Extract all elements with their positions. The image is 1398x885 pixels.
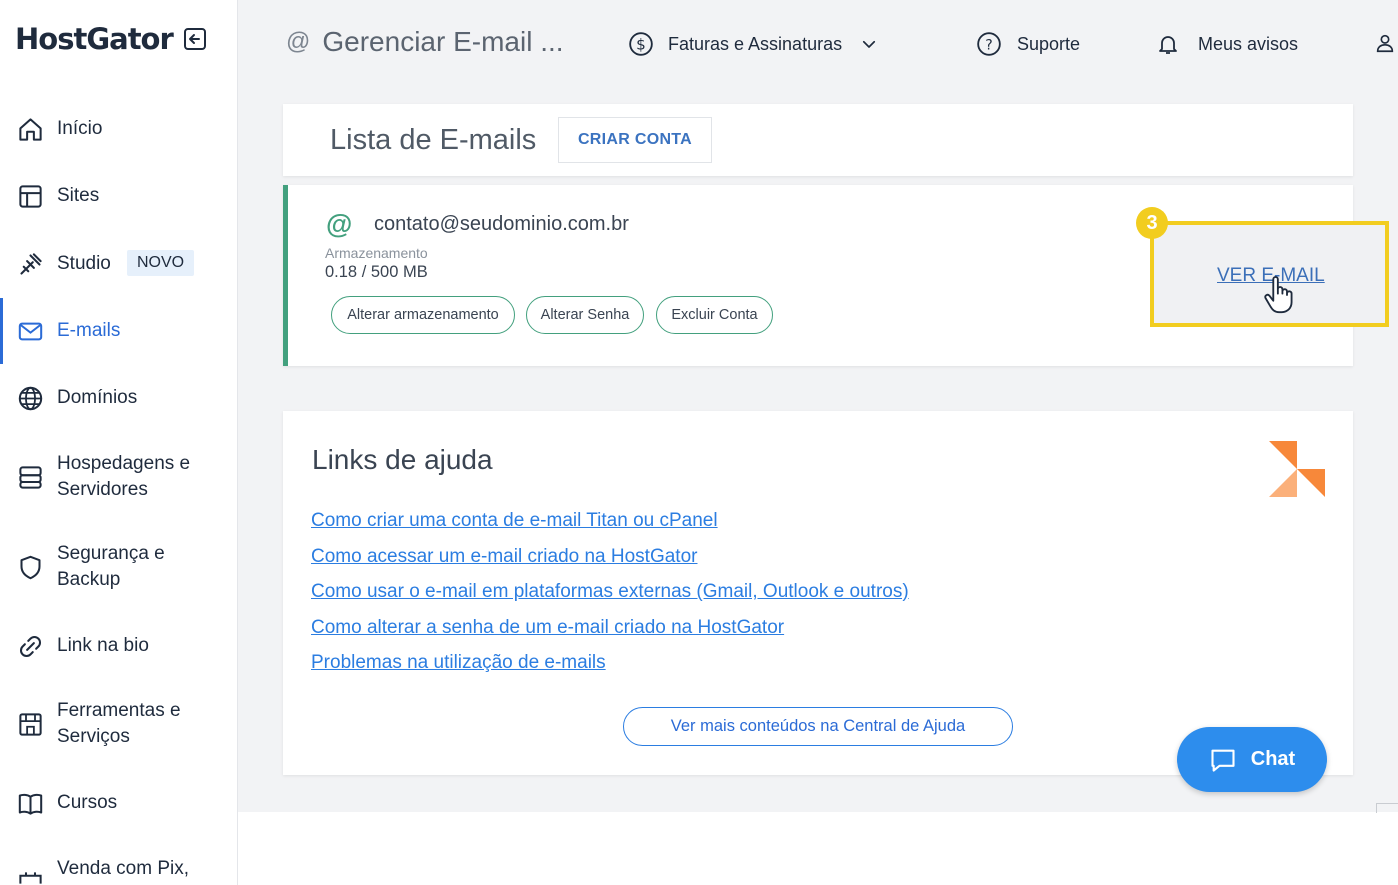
help-link-1[interactable]: Como criar uma conta de e-mail Titan ou …	[311, 510, 718, 532]
sidebar-item-label: Segurança e	[57, 543, 165, 564]
email-list-header: Lista de E-mails CRIAR CONTA	[283, 104, 1353, 176]
chat-label: Chat	[1250, 748, 1296, 770]
notices-label: Meus avisos	[1198, 33, 1299, 54]
storage-label: Armazenamento	[325, 245, 428, 261]
chat-button[interactable]: Chat	[1177, 727, 1327, 792]
storage-value: 0.18 / 500 MB	[325, 263, 428, 281]
sidebar-item-label: Cursos	[57, 792, 118, 813]
book-icon	[18, 793, 43, 815]
server-icon	[19, 466, 42, 489]
brand-logo[interactable]: HostGator	[15, 22, 207, 56]
new-badge: NOVO	[127, 250, 195, 276]
step-badge: 3	[1136, 207, 1168, 239]
help-title: Links de ajuda	[312, 444, 493, 475]
billing-label: Faturas e Assinaturas	[668, 33, 843, 54]
help-circle-icon: ?	[977, 32, 1001, 56]
at-icon: @	[286, 28, 311, 55]
email-list-title: Lista de E-mails	[330, 124, 537, 156]
user-icon[interactable]	[1374, 32, 1396, 54]
sidebar-item-label: Domínios	[57, 387, 138, 408]
change-password-button[interactable]: Alterar Senha	[526, 296, 644, 334]
sidebar-item-label: Sites	[57, 185, 100, 206]
chat-bubble-icon	[1211, 749, 1235, 772]
support-label: Suporte	[1017, 33, 1081, 54]
bell-icon	[1159, 36, 1177, 54]
create-account-button[interactable]: CRIAR CONTA	[558, 117, 712, 163]
help-link-4[interactable]: Como alterar a senha de um e-mail criado…	[311, 617, 784, 639]
email-address: contato@seudominio.com.br	[374, 213, 629, 235]
link-icon	[20, 636, 41, 657]
sidebar-item-label-2: Serviços	[57, 726, 130, 747]
delete-account-button[interactable]: Excluir Conta	[656, 296, 773, 334]
at-icon: @	[326, 209, 353, 239]
sidebar-item-label: Studio	[57, 253, 111, 274]
tools-icon	[20, 253, 42, 275]
globe-icon	[18, 386, 43, 411]
sidebar: HostGator Início Sites Studio NOVO E-mai…	[0, 0, 238, 885]
pix-icon	[19, 872, 42, 884]
mail-icon	[18, 322, 43, 341]
more-help-button[interactable]: Ver mais conteúdos na Central de Ajuda	[623, 707, 1013, 746]
svg-text:$: $	[636, 35, 646, 53]
layout-icon	[19, 185, 42, 208]
sidebar-item-label: Link na bio	[57, 635, 149, 656]
brand-name: HostGator	[15, 22, 174, 56]
page-title: @ Gerenciar E-mail ...	[286, 26, 564, 58]
sidebar-item-label-2: Backup	[57, 569, 121, 590]
shield-icon	[20, 555, 41, 580]
sidebar-item-label: Início	[57, 118, 103, 139]
sidebar-item-label: Hospedagens e	[57, 453, 191, 474]
change-storage-button[interactable]: Alterar armazenamento	[331, 296, 515, 334]
sidebar-item-label: Ferramentas e	[57, 700, 181, 721]
notices-menu[interactable]: Meus avisos	[1156, 31, 1298, 57]
help-link-3[interactable]: Como usar o e-mail em plataformas extern…	[311, 581, 909, 603]
hand-cursor-icon	[1264, 276, 1293, 314]
billing-menu[interactable]: $ Faturas e Assinaturas	[628, 31, 878, 57]
dollar-circle-icon: $	[629, 32, 653, 56]
sidebar-item-label: E-mails	[57, 320, 121, 341]
support-menu[interactable]: ? Suporte	[976, 31, 1080, 57]
help-link-2[interactable]: Como acessar um e-mail criado na HostGat…	[311, 546, 697, 568]
footer-area	[238, 812, 1398, 885]
sidebar-item-label: Venda com Pix,	[57, 858, 190, 879]
page-title-text: Gerenciar E-mail ...	[322, 26, 564, 57]
home-icon	[19, 118, 42, 141]
store-icon	[19, 713, 42, 736]
collapse-sidebar-icon[interactable]	[183, 27, 207, 51]
email-account-card: @ contato@seudominio.com.br Armazenament…	[283, 185, 1389, 366]
sidebar-item-label-2: Servidores	[57, 479, 148, 500]
scroll-corner	[1376, 803, 1398, 813]
svg-text:?: ?	[985, 37, 992, 53]
help-link-5[interactable]: Problemas na utilização de e-mails	[311, 652, 606, 674]
chevron-down-icon	[863, 40, 876, 48]
hostgator-mark-icon	[1269, 441, 1325, 497]
